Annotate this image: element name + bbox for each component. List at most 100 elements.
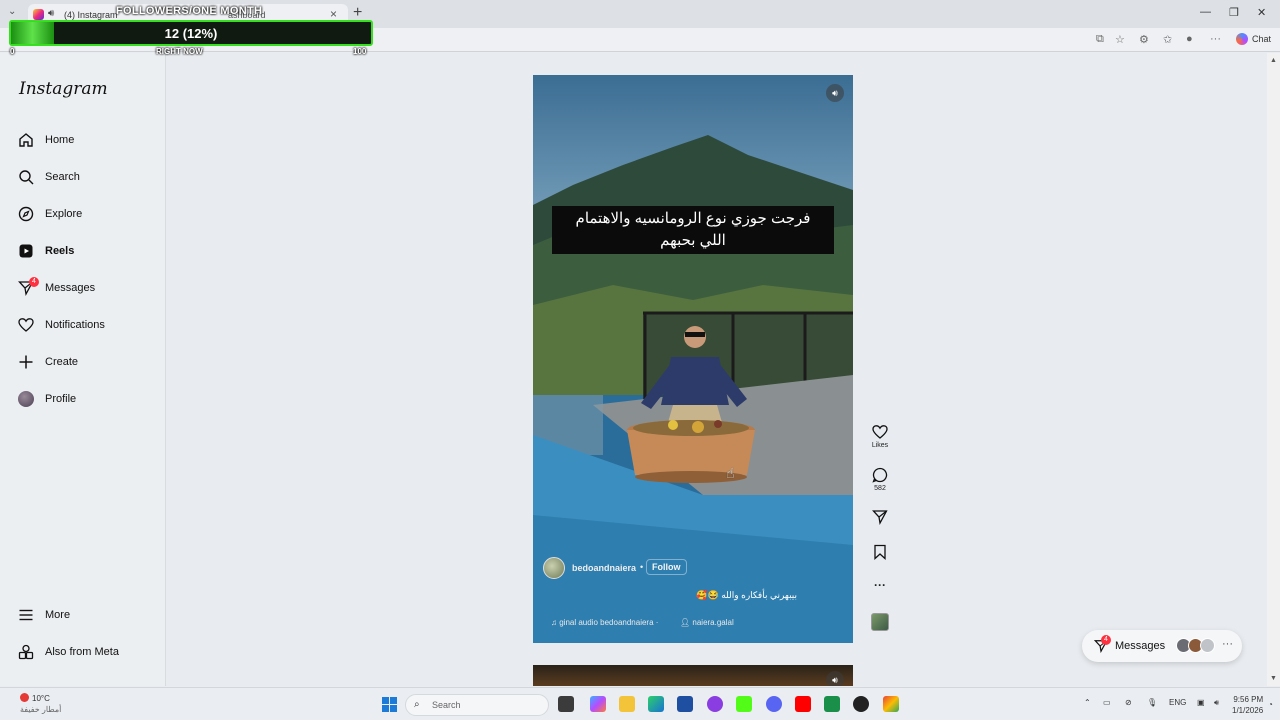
meta-icon [18,644,34,660]
instagram-logo[interactable]: Instagram [19,79,108,99]
chrome-icon[interactable] [883,696,899,712]
kick-app-icon[interactable] [736,696,752,712]
follow-button[interactable]: Follow [646,559,687,575]
nav-notifications[interactable]: Notifications [18,314,158,338]
comments-count: 582 [874,485,886,492]
reel-audio-link[interactable]: ♫ ginal audio bedoandnaiera · [551,618,658,627]
weather-description: أمطار خفيفة [20,705,62,714]
more-dots-icon: ··· [874,578,886,592]
language-indicator[interactable]: ENG [1169,698,1186,707]
extensions-icon[interactable]: ⚙ [1139,33,1149,46]
taskbar-search[interactable]: ⌕ Search [405,694,549,716]
weather-widget[interactable]: 10°C أمطار خفيفة [20,693,61,714]
reel-tagged-user[interactable]: 👤︎ naiera.galal [680,618,734,627]
profile-avatar-icon[interactable]: ● [1186,33,1193,45]
store-icon[interactable] [677,696,693,712]
avatar [1200,638,1215,653]
nav-reels[interactable]: Reels [18,240,158,264]
nav-also-from-meta[interactable]: Also from Meta [18,641,158,665]
favorites-icon[interactable]: ✩ [1163,33,1172,46]
close-tab-icon[interactable]: × [330,7,337,21]
audio-thumbnail[interactable] [871,613,889,631]
scroll-up-icon[interactable]: ▲ [1270,57,1277,64]
nav-profile-label: Profile [45,393,77,405]
network-icon[interactable]: ⊘ [1125,698,1132,707]
file-explorer-icon[interactable] [619,696,635,712]
system-clock[interactable]: 9:56 PM 1/1/2026 [1232,694,1263,716]
nav-home-label: Home [45,134,75,146]
heart-icon [18,318,34,332]
nav-home[interactable]: Home [18,129,158,153]
nav-explore[interactable]: Explore [18,203,158,227]
nav-search[interactable]: Search [18,166,158,190]
tray-chevron-icon[interactable]: ⌃ [1084,698,1091,707]
reels-icon [19,244,33,258]
like-button[interactable]: Likes [868,424,892,449]
goal-current-label: RIGHT NOW [156,47,203,56]
speaker-icon[interactable]: 🔊︎ [48,8,54,19]
clock-time: 9:56 PM [1233,695,1264,704]
nav-more[interactable]: More [18,604,158,628]
nav-search-label: Search [45,171,80,183]
messages-pill-label: Messages [1115,640,1166,652]
tab-title: (4) Instagram [64,10,118,20]
page-scrollbar[interactable]: ▲ ▼ [1267,53,1280,686]
weather-icon [20,693,29,702]
reel-author-username[interactable]: bedoandnaiera [572,563,636,573]
app-icon[interactable] [824,696,840,712]
copilot-chat-button[interactable]: Chat [1236,33,1271,45]
copilot-app-icon[interactable] [590,696,606,712]
next-reel-preview[interactable]: 🔊︎ [533,665,853,686]
close-window-icon[interactable]: ✕ [1257,6,1266,19]
messages-pill[interactable]: 4 Messages ··· [1082,630,1242,662]
search-icon: ⌕ [414,699,420,710]
caption-line-1: فرجت جوزي نوع الرومانسيه والاهتمام [575,210,811,227]
scroll-down-icon[interactable]: ▼ [1270,675,1277,682]
nav-profile[interactable]: Profile [18,388,158,412]
obs-icon[interactable] [853,696,869,712]
messages-pill-badge: 4 [1101,635,1111,645]
person-icon: 👤︎ [680,618,693,627]
display-icon[interactable]: ▣ [1197,698,1205,707]
split-screen-icon[interactable]: ⧉ [1096,33,1104,46]
more-options-button[interactable]: ··· [868,578,892,592]
minimize-icon[interactable]: — [1200,6,1211,18]
comment-button[interactable]: 582 [868,467,892,492]
share-button[interactable] [868,509,892,525]
followers-goal-title: FOLLOWERS/ONE MONTH [116,5,263,17]
tab-actions-chevron-icon[interactable]: ⌄ [8,6,16,17]
chat-label: Chat [1252,34,1272,44]
reel-caption-text[interactable]: بيبهرني بأفكاره والله 😂🥰 [693,590,797,601]
discord-icon[interactable] [766,696,782,712]
goal-min-label: 0 [10,47,15,56]
reel-video[interactable]: فرجت جوزي نوع الرومانسيه والاهتمام اللي … [533,75,853,643]
restore-icon[interactable]: ❐ [1229,6,1239,19]
volume-icon[interactable]: 🔊︎ [826,84,844,102]
next-reel-volume-icon[interactable]: 🔊︎ [826,671,844,686]
notification-icon[interactable]: ◔ [1268,700,1273,709]
caption-line-2: اللي بحبهم [660,232,726,249]
app-icon[interactable] [707,696,723,712]
bookmark-icon [874,544,886,560]
more-options-icon[interactable]: ··· [1210,33,1221,45]
start-button[interactable] [382,697,397,712]
favorite-star-icon[interactable]: ☆ [1115,33,1125,46]
nav-messages[interactable]: 4 Messages [18,277,158,301]
youtube-icon[interactable] [795,696,811,712]
more-dots-icon: ··· [1222,638,1233,650]
edge-browser-icon[interactable] [648,696,664,712]
volume-tray-icon[interactable]: 🔊︎ [1214,698,1219,708]
weather-temp: 10°C [32,694,50,703]
followers-goal-value: 12 (12%) [164,26,218,41]
nav-more-label: More [45,609,71,621]
taskbar-search-placeholder: Search [432,700,461,710]
tray-app-icon[interactable]: ▭ [1103,698,1111,707]
nav-create-label: Create [45,356,79,368]
reel-author-avatar[interactable] [543,557,565,579]
task-view-icon[interactable] [558,696,574,712]
avatar [18,391,34,407]
nav-create[interactable]: Create [18,351,158,375]
save-button[interactable] [868,544,892,560]
microphone-icon[interactable]: 🎙︎ [1147,698,1157,707]
explore-icon [18,206,34,222]
